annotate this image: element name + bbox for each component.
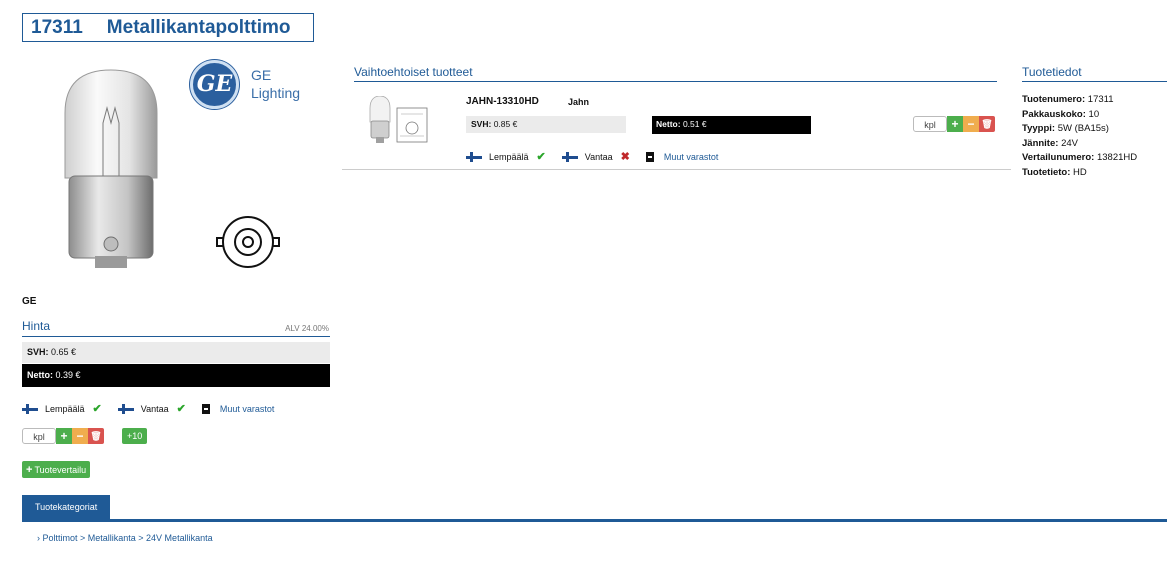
- stock-location-name: Vantaa: [140, 403, 169, 414]
- info-row: Vertailunumero: 13821HD: [1022, 152, 1138, 163]
- other-stores[interactable]: Muut varastot: [645, 151, 719, 162]
- stock-location-name: Lempäälä: [489, 151, 529, 162]
- alternatives-title: Vaihtoehtoiset tuotteet: [354, 65, 473, 79]
- product-info-header: Tuotetiedot: [1022, 65, 1167, 82]
- vat-label: ALV 24.00%: [285, 324, 329, 333]
- ge-logo-icon: GE: [190, 59, 239, 109]
- finland-flag-icon: [22, 403, 38, 414]
- info-row: Tuotenumero: 17311: [1022, 94, 1114, 105]
- svh-value: 0.65 €: [51, 347, 77, 357]
- alternative-product-brand: Jahn: [568, 97, 590, 107]
- stock-location-name: Vantaa: [584, 151, 613, 162]
- alternative-increase-button[interactable]: +: [947, 116, 963, 132]
- alternative-product-code[interactable]: JAHN-13310HD: [466, 96, 539, 107]
- other-stores-link[interactable]: Muut varastot: [220, 404, 275, 414]
- store-icon: [645, 151, 654, 162]
- tab-product-categories[interactable]: Tuotekategoriat: [22, 495, 111, 519]
- other-stores-link[interactable]: Muut varastot: [664, 152, 719, 162]
- info-row: Jännite: 24V: [1022, 137, 1078, 149]
- store-icon: [201, 403, 210, 414]
- compare-label: Tuotevertailu: [34, 464, 87, 475]
- product-image[interactable]: [55, 68, 170, 273]
- check-icon: ✔: [92, 403, 102, 415]
- product-brand: GE: [22, 296, 37, 307]
- svh-label: SVH:: [27, 347, 49, 357]
- alternative-quantity-input[interactable]: kpl: [913, 116, 947, 132]
- stock-location-lempaala: Lempäälä ✔: [466, 150, 546, 163]
- alternative-stock-availability: Lempäälä ✔ Vantaa ✖ Muut varastot: [466, 150, 734, 163]
- trash-icon[interactable]: 🗑: [88, 428, 104, 444]
- price-section-header: Hinta ALV 24.00%: [22, 319, 330, 337]
- stock-availability: Lempäälä ✔ Vantaa ✔ Muut varastot: [22, 402, 290, 415]
- logo-text-line2: Lighting: [251, 85, 301, 101]
- product-info-title: Tuotetiedot: [1022, 65, 1082, 79]
- quantity-controls: kpl + − 🗑 +10: [22, 428, 148, 444]
- product-info-list: Tuotenumero: 17311 Pakkauskoko: 10 Tyypp…: [1022, 93, 1137, 180]
- finland-flag-icon: [117, 403, 134, 414]
- check-icon: ✔: [536, 151, 546, 163]
- product-name: Metallikantapolttimo: [106, 16, 291, 38]
- decrease-quantity-button[interactable]: −: [72, 428, 88, 444]
- info-row: Tyyppi: 5W (BA15s): [1022, 123, 1109, 134]
- add-ten-button[interactable]: +10: [122, 428, 148, 444]
- alternatives-header: Vaihtoehtoiset tuotteet: [354, 65, 997, 82]
- stock-location-name: Lempäälä: [45, 403, 85, 414]
- alternative-quantity-controls: kpl + − 🗑: [913, 116, 995, 132]
- stock-location-lempaala: Lempäälä ✔: [22, 402, 102, 415]
- socket-diagram-icon: [216, 216, 280, 268]
- alt-svh-value: 0.85 €: [493, 119, 518, 129]
- finland-flag-icon: [561, 151, 578, 162]
- tab-bar: Tuotekategoriat: [22, 495, 1167, 522]
- other-stores[interactable]: Muut varastot: [201, 403, 275, 414]
- logo-text-line1: GE: [251, 67, 272, 83]
- alternative-net-price: Netto: 0.51 €: [652, 116, 811, 134]
- alt-net-value: 0.51 €: [682, 119, 707, 129]
- divider: [342, 169, 1011, 170]
- alt-net-label: Netto:: [656, 119, 681, 129]
- stock-location-vantaa: Vantaa ✖: [561, 150, 630, 163]
- net-price-row: Netto: 0.39 €: [22, 364, 330, 387]
- alternative-decrease-button[interactable]: −: [963, 116, 979, 132]
- svh-price-row: SVH: 0.65 €: [22, 342, 330, 363]
- info-row: Pakkauskoko: 10: [1022, 108, 1100, 120]
- quantity-input[interactable]: kpl: [22, 428, 56, 444]
- product-code: 17311: [31, 16, 83, 38]
- net-label: Netto:: [27, 370, 53, 380]
- trash-icon[interactable]: 🗑: [979, 116, 995, 132]
- net-value: 0.39 €: [55, 370, 81, 380]
- alt-svh-label: SVH:: [471, 119, 492, 129]
- alternative-svh-price: SVH: 0.85 €: [466, 116, 626, 133]
- cross-icon: ✖: [620, 151, 630, 163]
- info-row: Tuotetieto: HD: [1022, 166, 1087, 178]
- brand-logo: GE GE Lighting: [190, 59, 310, 109]
- breadcrumb[interactable]: › Polttimot > Metallikanta > 24V Metalli…: [37, 533, 213, 543]
- plus-icon: +: [26, 463, 33, 476]
- price-section-title: Hinta: [22, 319, 51, 333]
- stock-location-vantaa: Vantaa ✔: [117, 402, 186, 415]
- increase-quantity-button[interactable]: +: [56, 428, 72, 444]
- finland-flag-icon: [466, 151, 482, 162]
- product-title: 17311 Metallikantapolttimo: [22, 13, 314, 42]
- compare-button[interactable]: + Tuotevertailu: [22, 461, 91, 478]
- check-icon: ✔: [176, 403, 186, 415]
- alternative-product-image[interactable]: [367, 96, 435, 148]
